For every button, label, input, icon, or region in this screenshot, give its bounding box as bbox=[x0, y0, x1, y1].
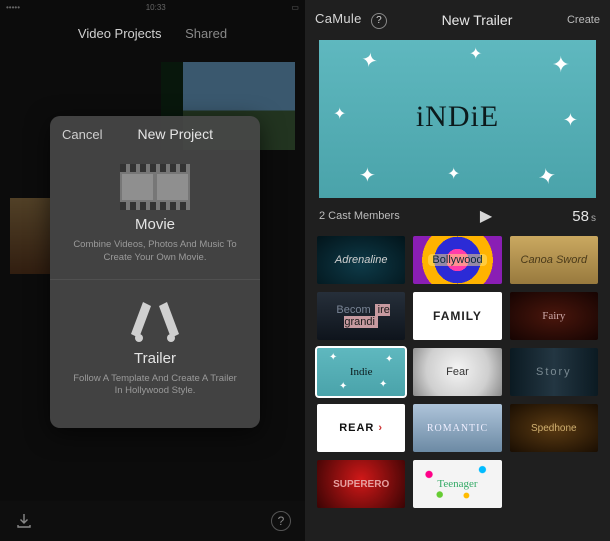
projects-screen: ••••• 10:33 ▭ Video Projects Shared Canc… bbox=[0, 0, 305, 541]
template-rear[interactable]: REAR bbox=[317, 404, 405, 452]
project-thumbnail[interactable] bbox=[10, 198, 50, 274]
template-romantic[interactable]: ROMANTIC bbox=[413, 404, 501, 452]
preview-meta: 2 Cast Members ▶ 58s bbox=[319, 206, 596, 226]
new-project-sheet: Cancel New Project Movie Combine Videos,… bbox=[50, 116, 260, 428]
star-icon: ✦ bbox=[359, 47, 380, 75]
star-icon: ✦ bbox=[552, 52, 570, 78]
cancel-button[interactable]: Cancel bbox=[62, 127, 102, 142]
template-fear[interactable]: Fear bbox=[413, 348, 501, 396]
tab-shared[interactable]: Shared bbox=[185, 26, 227, 41]
help-icon[interactable]: ? bbox=[371, 13, 387, 29]
template-become[interactable]: Becomire grandi bbox=[317, 292, 405, 340]
template-bollywood[interactable]: Bollywood bbox=[413, 236, 501, 284]
brand-label: CaMule bbox=[315, 11, 362, 26]
battery-icon: ▭ bbox=[291, 3, 299, 12]
sheet-title: New Project bbox=[102, 126, 248, 142]
screen-title: New Trailer bbox=[442, 12, 513, 28]
option-trailer-label: Trailer bbox=[68, 350, 242, 367]
template-superhero[interactable]: SUPERERO bbox=[317, 460, 405, 508]
trailer-picker-screen: CaMule ? New Trailer Create iNDiE ✦ ✦ ✦ … bbox=[305, 0, 610, 541]
star-icon: ✦ bbox=[535, 162, 558, 191]
status-bar: ••••• 10:33 ▭ bbox=[0, 0, 305, 14]
back-brand[interactable]: CaMule ? bbox=[315, 11, 387, 29]
signal-dots: ••••• bbox=[6, 3, 20, 12]
option-trailer[interactable]: Trailer Follow A Template And Create A T… bbox=[50, 279, 260, 413]
template-spedhone[interactable]: Spedhone bbox=[510, 404, 598, 452]
option-movie-desc: Combine Videos, Photos And Music To Crea… bbox=[68, 239, 242, 265]
star-icon: ✦ bbox=[335, 381, 351, 392]
template-adrenaline[interactable]: Adrenaline bbox=[317, 236, 405, 284]
download-icon[interactable] bbox=[14, 511, 34, 531]
create-button[interactable]: Create bbox=[567, 14, 600, 26]
clock: 10:33 bbox=[146, 3, 166, 12]
spotlights-icon bbox=[125, 298, 185, 344]
star-icon: ✦ bbox=[325, 352, 341, 363]
star-icon: ✦ bbox=[563, 110, 578, 131]
trailer-preview[interactable]: iNDiE ✦ ✦ ✦ ✦ ✦ ✦ ✦ ✦ bbox=[319, 40, 596, 198]
star-icon: ✦ bbox=[359, 163, 376, 188]
template-fairy[interactable]: Fairy bbox=[510, 292, 598, 340]
tab-video-projects[interactable]: Video Projects bbox=[78, 26, 162, 41]
preview-title: iNDiE bbox=[416, 100, 499, 134]
cast-count: 2 Cast Members bbox=[319, 210, 400, 222]
star-icon: ✦ bbox=[447, 164, 460, 184]
template-canoa-sword[interactable]: Canoa Sword bbox=[510, 236, 598, 284]
option-movie[interactable]: Movie Combine Videos, Photos And Music T… bbox=[50, 148, 260, 279]
bottom-toolbar: ? bbox=[0, 501, 305, 541]
trailer-header: CaMule ? New Trailer Create bbox=[305, 0, 610, 40]
duration: 58s bbox=[572, 208, 596, 225]
star-icon: ✦ bbox=[381, 354, 397, 365]
film-strip-icon bbox=[120, 164, 190, 210]
option-trailer-desc: Follow A Template And Create A Trailer I… bbox=[68, 373, 242, 399]
star-icon: ✦ bbox=[375, 379, 391, 390]
template-grid: Adrenaline Bollywood Canoa Sword Becomir… bbox=[317, 236, 598, 508]
play-button[interactable]: ▶ bbox=[480, 206, 492, 226]
star-icon: ✦ bbox=[469, 44, 482, 64]
help-icon[interactable]: ? bbox=[271, 511, 291, 531]
template-family[interactable]: FAMILY bbox=[413, 292, 501, 340]
template-story[interactable]: Story bbox=[510, 348, 598, 396]
template-indie[interactable]: ✦ ✦ ✦ ✦ Indie bbox=[317, 348, 405, 396]
template-teenager[interactable]: Teenager bbox=[413, 460, 501, 508]
star-icon: ✦ bbox=[333, 104, 346, 124]
library-tabs: Video Projects Shared bbox=[0, 26, 305, 41]
option-movie-label: Movie bbox=[68, 216, 242, 233]
